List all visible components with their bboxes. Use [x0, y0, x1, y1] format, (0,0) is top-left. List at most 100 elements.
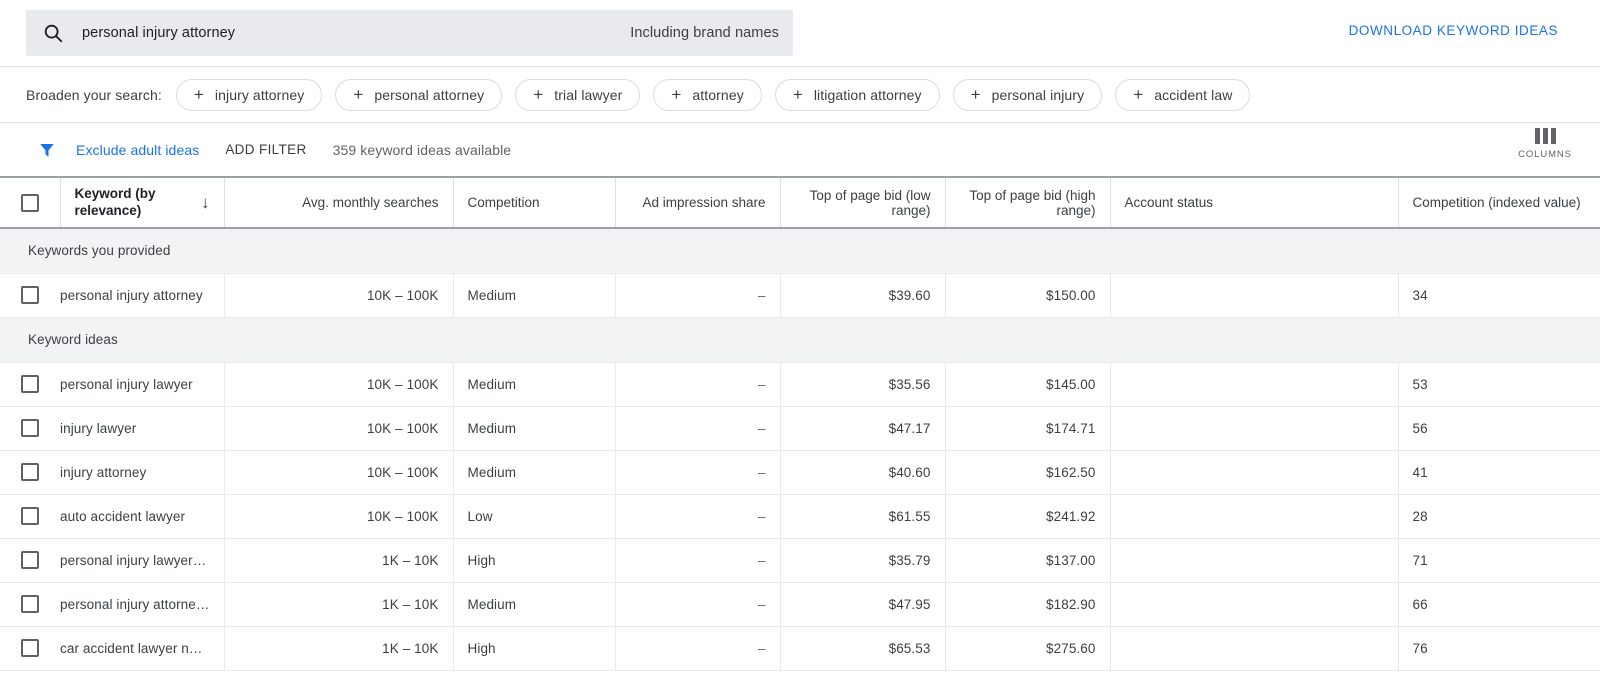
row-checkbox[interactable]: [21, 639, 39, 657]
plus-icon: +: [353, 85, 364, 104]
cell-competition: Medium: [453, 362, 616, 407]
cell-top-bid-high: $241.92: [945, 494, 1111, 539]
cell-keyword: injury attorney: [60, 450, 225, 495]
table-row[interactable]: personal injury attorney 10K – 100K Medi…: [0, 273, 1600, 318]
cell-ad-impression-share: –: [615, 362, 781, 407]
row-select-cell: [0, 582, 60, 627]
row-select-cell: [0, 494, 60, 539]
table-body: Keywords you provided personal injury at…: [0, 228, 1600, 671]
table-section-header: Keywords you provided: [0, 228, 1600, 274]
columns-icon: [1518, 128, 1572, 144]
row-checkbox[interactable]: [21, 375, 39, 393]
chip-label: personal injury: [991, 86, 1085, 103]
column-header-keyword[interactable]: Keyword (by relevance) ↓: [60, 176, 225, 229]
table-section-header: Keyword ideas: [0, 317, 1600, 363]
column-header-competition[interactable]: Competition: [453, 176, 616, 229]
cell-competition: High: [453, 538, 616, 583]
cell-top-bid-low: $39.60: [780, 273, 946, 318]
broaden-chip-attorney[interactable]: + attorney: [653, 78, 762, 111]
cell-competition: High: [453, 626, 616, 671]
table-row[interactable]: personal injury lawyer n… 1K – 10K High …: [0, 538, 1600, 583]
cell-avg-monthly-searches: 10K – 100K: [224, 362, 454, 407]
add-filter-button[interactable]: ADD FILTER: [225, 142, 306, 157]
cell-top-bid-low: $61.55: [780, 494, 946, 539]
column-header-top-bid-low[interactable]: Top of page bid (low range): [780, 176, 946, 229]
cell-ad-impression-share: –: [615, 494, 781, 539]
cell-keyword: personal injury lawyer n…: [60, 538, 225, 583]
download-keyword-ideas-button[interactable]: DOWNLOAD KEYWORD IDEAS: [1349, 23, 1558, 38]
select-all-header: [0, 176, 61, 229]
select-all-checkbox[interactable]: [20, 193, 39, 212]
cell-competition-indexed: 56: [1398, 406, 1600, 451]
broaden-chip-accident-law[interactable]: + accident law: [1115, 78, 1251, 111]
cell-keyword: personal injury attorney …: [60, 582, 225, 627]
cell-keyword: injury lawyer: [60, 406, 225, 451]
cell-account-status: [1110, 538, 1399, 583]
broaden-chip-litigation-attorney[interactable]: + litigation attorney: [774, 78, 940, 111]
filter-funnel-icon[interactable]: [38, 141, 56, 159]
cell-top-bid-high: $162.50: [945, 450, 1111, 495]
row-checkbox[interactable]: [21, 551, 39, 569]
sort-descending-icon[interactable]: ↓: [201, 193, 210, 213]
table-section-title: Keywords you provided: [0, 228, 1600, 274]
table-row[interactable]: auto accident lawyer 10K – 100K Low – $6…: [0, 494, 1600, 539]
cell-ad-impression-share: –: [615, 450, 781, 495]
column-header-avg-monthly-searches[interactable]: Avg. monthly searches: [224, 176, 454, 229]
table-row[interactable]: car accident lawyer nea… 1K – 10K High –…: [0, 626, 1600, 671]
broaden-chip-personal-injury[interactable]: + personal injury: [952, 78, 1103, 111]
search-input[interactable]: personal injury attorney Including brand…: [26, 10, 793, 56]
broaden-chip-personal-attorney[interactable]: + personal attorney: [335, 78, 503, 111]
cell-ad-impression-share: –: [615, 273, 781, 318]
table-row[interactable]: personal injury lawyer 10K – 100K Medium…: [0, 362, 1600, 407]
cell-top-bid-low: $35.79: [780, 538, 946, 583]
table-row[interactable]: injury lawyer 10K – 100K Medium – $47.17…: [0, 406, 1600, 451]
cell-competition: Medium: [453, 450, 616, 495]
table-header-row: Keyword (by relevance) ↓ Avg. monthly se…: [0, 176, 1600, 229]
cell-top-bid-high: $174.71: [945, 406, 1111, 451]
broaden-chip-trial-lawyer[interactable]: + trial lawyer: [515, 78, 641, 111]
columns-button[interactable]: COLUMNS: [1518, 128, 1572, 160]
table-row[interactable]: personal injury attorney … 1K – 10K Medi…: [0, 582, 1600, 627]
cell-top-bid-low: $65.53: [780, 626, 946, 671]
search-input-value: personal injury attorney: [82, 25, 236, 41]
table-row[interactable]: injury attorney 10K – 100K Medium – $40.…: [0, 450, 1600, 495]
cell-account-status: [1110, 273, 1399, 318]
row-checkbox[interactable]: [21, 507, 39, 525]
cell-ad-impression-share: –: [615, 626, 781, 671]
exclude-adult-ideas-button[interactable]: Exclude adult ideas: [76, 142, 199, 158]
cell-keyword: personal injury attorney: [60, 273, 225, 318]
row-select-cell: [0, 362, 60, 407]
cell-competition-indexed: 66: [1398, 582, 1600, 627]
column-header-ad-impression-share[interactable]: Ad impression share: [615, 176, 781, 229]
row-select-cell: [0, 538, 60, 583]
row-checkbox[interactable]: [21, 286, 39, 304]
keyword-ideas-count: 359 keyword ideas available: [332, 141, 512, 158]
table-header: Keyword (by relevance) ↓ Avg. monthly se…: [0, 176, 1600, 229]
cell-ad-impression-share: –: [615, 582, 781, 627]
cell-top-bid-low: $40.60: [780, 450, 946, 495]
broaden-chip-injury-attorney[interactable]: + injury attorney: [175, 78, 323, 111]
cell-keyword: car accident lawyer nea…: [60, 626, 225, 671]
chip-label: litigation attorney: [813, 86, 922, 103]
cell-competition: Medium: [453, 406, 616, 451]
column-header-account-status[interactable]: Account status: [1110, 176, 1399, 229]
cell-competition: Low: [453, 494, 616, 539]
cell-account-status: [1110, 494, 1399, 539]
chip-label: personal attorney: [374, 86, 485, 103]
row-checkbox[interactable]: [21, 463, 39, 481]
cell-top-bid-high: $145.00: [945, 362, 1111, 407]
chip-label: injury attorney: [214, 86, 305, 103]
cell-top-bid-high: $137.00: [945, 538, 1111, 583]
plus-icon: +: [792, 85, 803, 104]
column-header-competition-indexed[interactable]: Competition (indexed value): [1398, 176, 1600, 229]
row-select-cell: [0, 406, 60, 451]
chip-label: trial lawyer: [554, 86, 623, 103]
including-brand-names-label[interactable]: Including brand names: [630, 25, 779, 41]
plus-icon: +: [1133, 85, 1144, 104]
column-header-top-bid-high[interactable]: Top of page bid (high range): [945, 176, 1111, 229]
row-checkbox[interactable]: [21, 419, 39, 437]
row-checkbox[interactable]: [21, 595, 39, 613]
columns-button-label: COLUMNS: [1518, 149, 1572, 160]
cell-competition-indexed: 41: [1398, 450, 1600, 495]
cell-keyword: auto accident lawyer: [60, 494, 225, 539]
